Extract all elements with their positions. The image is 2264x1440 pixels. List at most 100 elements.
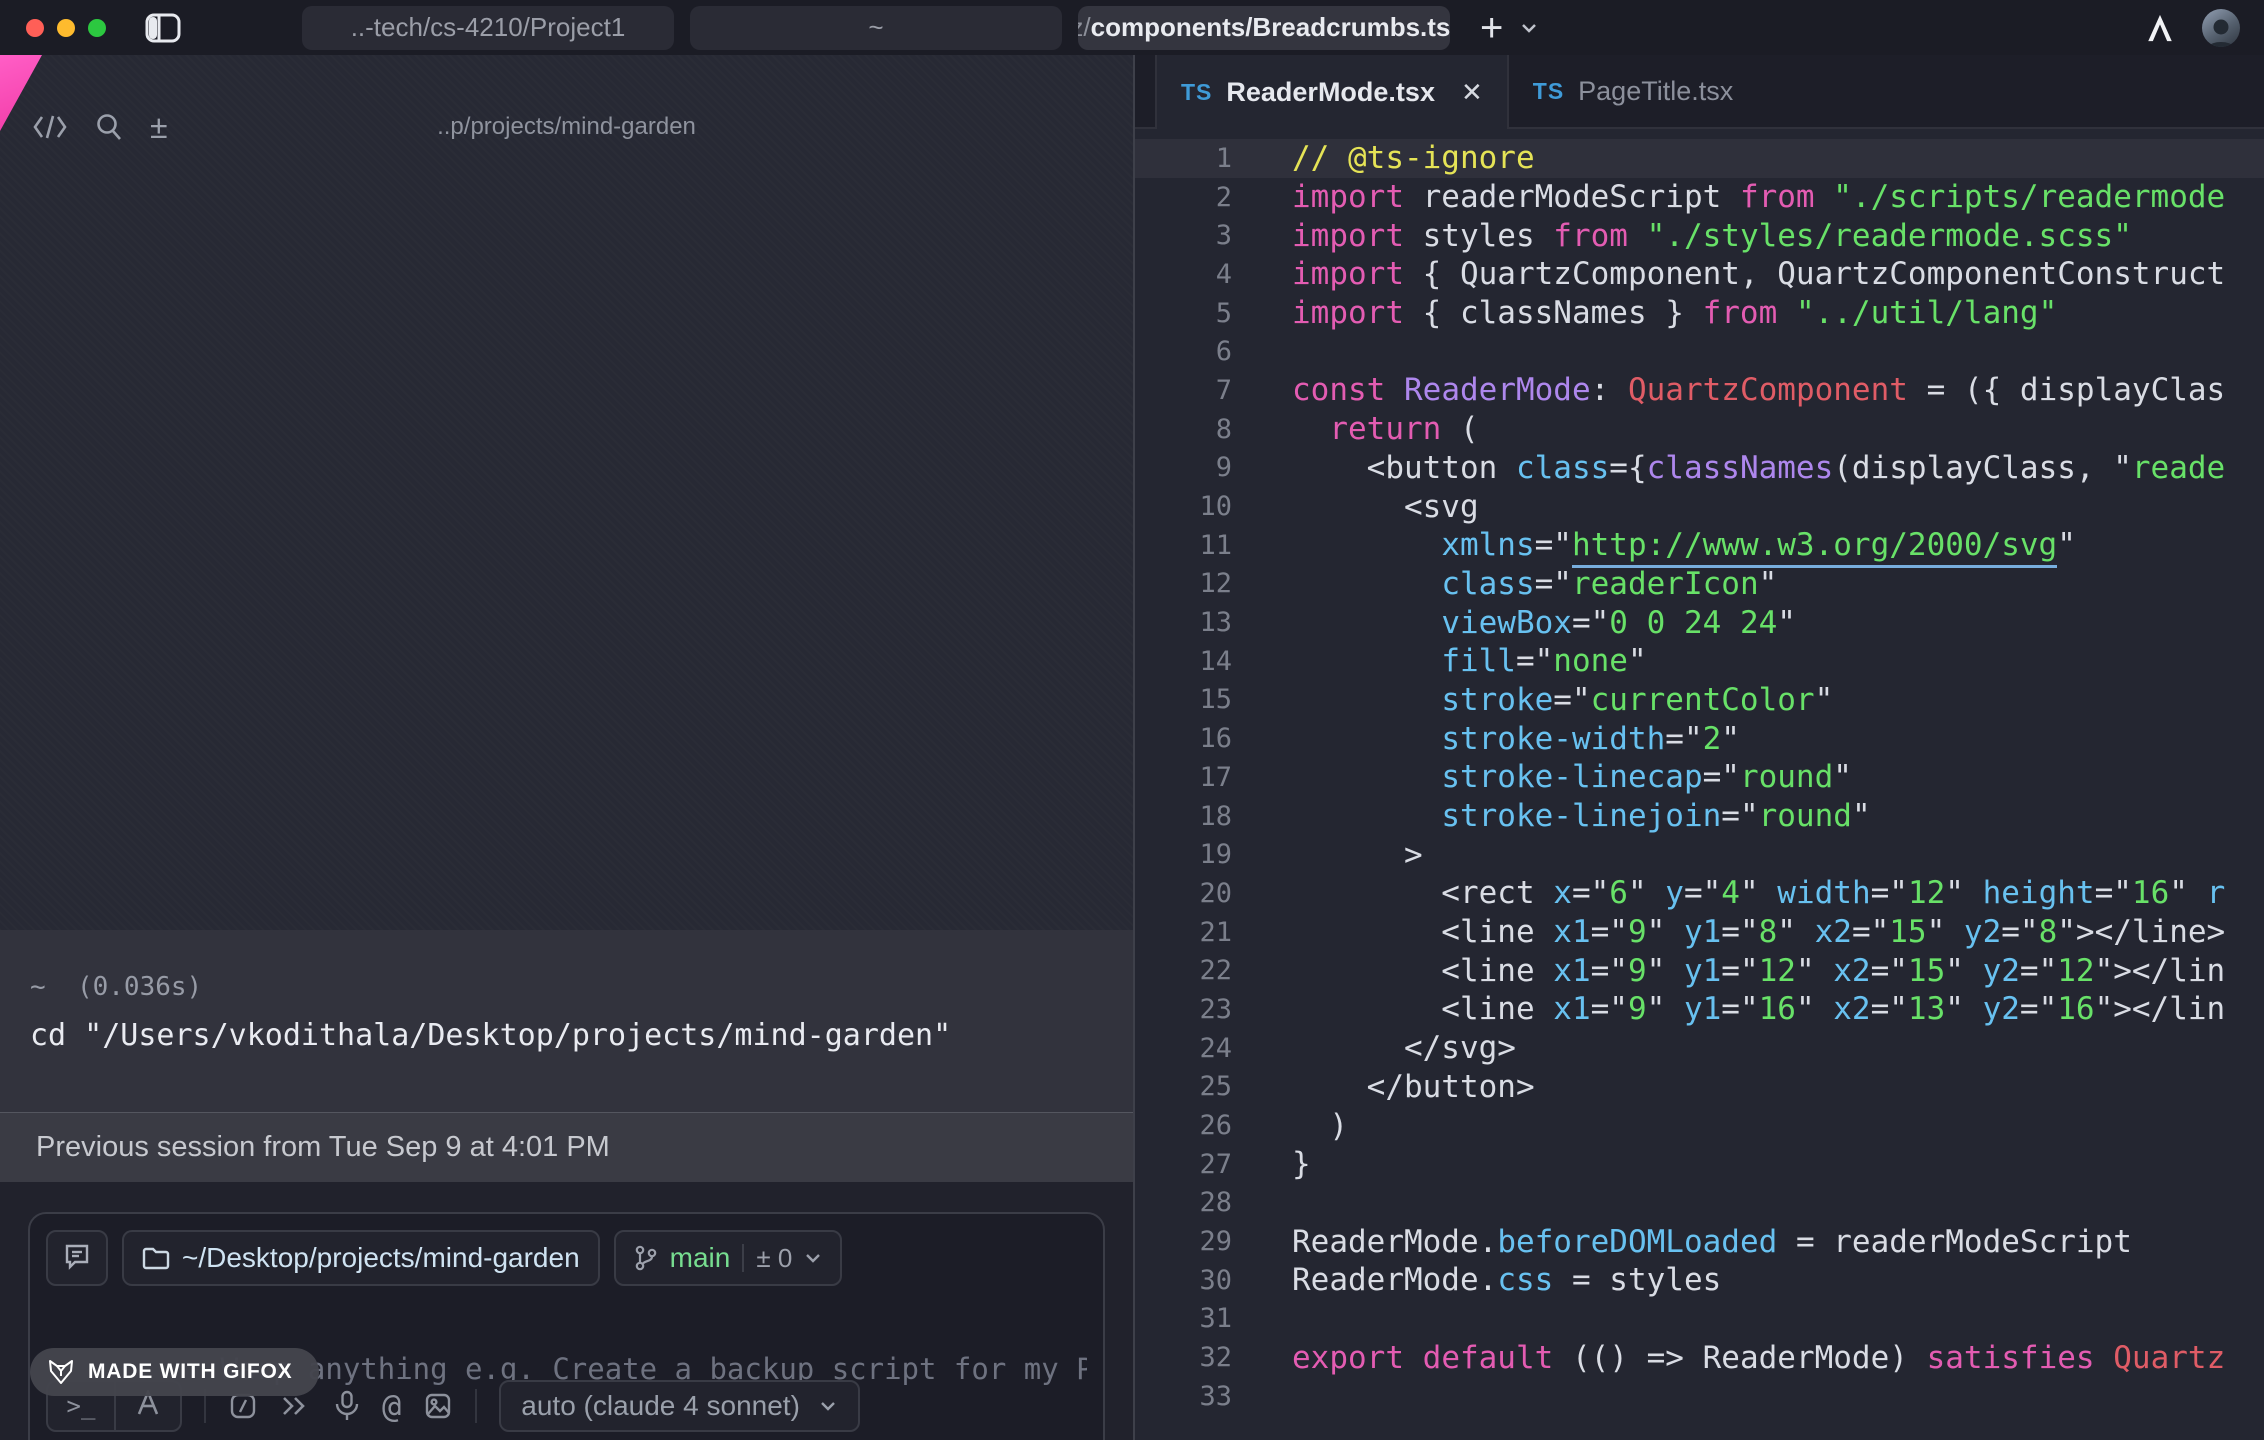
chevron-down-icon	[818, 1400, 838, 1413]
tab-list-chevron-icon[interactable]	[1519, 21, 1539, 35]
code-text: fill="none"	[1292, 643, 1647, 679]
line-number: 22	[1135, 955, 1232, 986]
code-text: </button>	[1292, 1069, 1535, 1105]
editor-tab-pagetitle[interactable]: TS PageTitle.tsx	[1509, 55, 1757, 127]
editor-tab-label: ReaderMode.tsx	[1226, 77, 1435, 108]
gifox-watermark-label: MADE WITH GIFOX	[88, 1360, 293, 1384]
line-number: 27	[1135, 1149, 1232, 1180]
line-number: 10	[1135, 491, 1232, 522]
window-tab-label: ~	[868, 12, 883, 43]
code-text: )	[1292, 1108, 1348, 1144]
terminal-input-area: ~/Desktop/projects/mind-garden main ± 0	[0, 1182, 1133, 1440]
code-line: 14 fill="none"	[1135, 642, 2264, 681]
window-tab-label: components/Breadcrumbs.tsx	[1091, 12, 1450, 43]
code-line: 7const ReaderMode: QuartzComponent = ({ …	[1135, 371, 2264, 410]
line-number: 14	[1135, 646, 1232, 677]
code-text: const ReaderMode: QuartzComponent = ({ d…	[1292, 372, 2225, 408]
directory-chip[interactable]: ~/Desktop/projects/mind-garden	[122, 1230, 600, 1286]
line-number: 20	[1135, 878, 1232, 909]
code-editor[interactable]: 1// @ts-ignore2import readerModeScript f…	[1135, 129, 2264, 1416]
warp-input-card[interactable]: ~/Desktop/projects/mind-garden main ± 0	[28, 1212, 1105, 1440]
toolbar-divider	[475, 1389, 477, 1423]
line-number: 5	[1135, 298, 1232, 329]
code-text: export default (() => ReaderMode) satisf…	[1292, 1340, 2225, 1376]
git-branch-icon	[634, 1244, 658, 1272]
diff-icon[interactable]: ±	[150, 113, 168, 141]
window-tab-breadcrumbs[interactable]: tz/components/Breadcrumbs.tsx	[1078, 6, 1450, 50]
code-line: 16 stroke-width="2"	[1135, 719, 2264, 758]
app-logo-icon[interactable]	[2144, 12, 2176, 44]
code-text: import readerModeScript from "./scripts/…	[1292, 179, 2225, 215]
code-line: 3 import styles from "./styles/readermode…	[1135, 216, 2264, 255]
code-line: 21 <line x1="9" y1="8" x2="15" y2="8"></…	[1135, 913, 2264, 952]
window-tab-home[interactable]: ~	[690, 6, 1062, 50]
code-line: 12 class="readerIcon"	[1135, 565, 2264, 604]
search-icon[interactable]	[94, 112, 124, 142]
code-line: 30ReaderMode.css = styles	[1135, 1261, 2264, 1300]
code-text: <svg	[1292, 489, 1479, 525]
close-window-button[interactable]	[26, 19, 44, 37]
code-text: <button class={classNames(displayClass, …	[1292, 450, 2225, 486]
code-text: class="readerIcon"	[1292, 566, 1777, 602]
line-number: 31	[1135, 1303, 1232, 1334]
close-tab-icon[interactable]: ✕	[1461, 77, 1483, 108]
maximize-window-button[interactable]	[88, 19, 106, 37]
microphone-icon[interactable]	[334, 1390, 360, 1422]
line-number: 12	[1135, 568, 1232, 599]
gifox-watermark: MADE WITH GIFOX	[30, 1348, 319, 1396]
code-line: 23 <line x1="9" y1="16" x2="13" y2="16">…	[1135, 990, 2264, 1029]
code-text: stroke-linecap="round"	[1292, 759, 1852, 795]
line-number: 25	[1135, 1071, 1232, 1102]
code-text: </svg>	[1292, 1030, 1516, 1066]
line-number: 28	[1135, 1187, 1232, 1218]
code-line: 1// @ts-ignore	[1135, 139, 2264, 178]
image-attach-icon[interactable]	[423, 1391, 453, 1421]
window-tabs: ..-tech/cs-4210/Project1 ~ tz/components…	[302, 6, 1450, 50]
chat-button[interactable]	[46, 1230, 108, 1286]
line-number: 17	[1135, 762, 1232, 793]
line-number: 8	[1135, 414, 1232, 445]
model-selector[interactable]: auto (claude 4 sonnet)	[499, 1380, 860, 1432]
code-line: 26 )	[1135, 1106, 2264, 1145]
window-tab-project1[interactable]: ..-tech/cs-4210/Project1	[302, 6, 674, 50]
code-line: 22 <line x1="9" y1="12" x2="15" y2="12">…	[1135, 951, 2264, 990]
editor-tab-label: PageTitle.tsx	[1578, 76, 1733, 107]
command-block[interactable]: ~ (0.036s) cd "/Users/vkodithala/Desktop…	[0, 930, 1133, 1112]
code-text: <line x1="9" y1="8" x2="15" y2="8"></lin…	[1292, 914, 2225, 950]
code-line: 15 stroke="currentColor"	[1135, 681, 2264, 720]
line-number: 33	[1135, 1381, 1232, 1412]
fast-forward-icon[interactable]	[280, 1393, 312, 1419]
line-number: 3	[1135, 220, 1232, 251]
code-text: stroke-linejoin="round"	[1292, 798, 1871, 834]
code-line: 13 viewBox="0 0 24 24"	[1135, 603, 2264, 642]
editor-tab-readermode[interactable]: TS ReaderMode.tsx ✕	[1155, 55, 1509, 129]
line-number: 13	[1135, 607, 1232, 638]
typescript-icon: TS	[1181, 79, 1212, 106]
minimize-window-button[interactable]	[57, 19, 75, 37]
line-number: 24	[1135, 1033, 1232, 1064]
sidebar-toggle-icon[interactable]	[144, 12, 182, 44]
code-line: 33	[1135, 1377, 2264, 1416]
code-line: 24 </svg>	[1135, 1029, 2264, 1068]
editor-tabbar: TS ReaderMode.tsx ✕ TS PageTitle.tsx	[1135, 55, 2264, 129]
line-number: 30	[1135, 1265, 1232, 1296]
code-text: <line x1="9" y1="16" x2="13" y2="16"></l…	[1292, 991, 2225, 1027]
code-text: import { classNames } from "../util/lang…	[1292, 295, 2057, 331]
typescript-icon: TS	[1533, 78, 1564, 105]
user-avatar[interactable]	[2202, 9, 2240, 47]
code-text: import styles from "./styles/readermode.…	[1292, 218, 2132, 254]
mention-icon[interactable]: @	[382, 1387, 401, 1425]
code-text: return (	[1292, 411, 1479, 447]
code-text: stroke="currentColor"	[1292, 682, 1833, 718]
code-line: 11 xmlns="http://www.w3.org/2000/svg"	[1135, 526, 2264, 565]
git-chip[interactable]: main ± 0	[614, 1230, 843, 1286]
command-meta: ~ (0.036s)	[30, 972, 1133, 1002]
line-number: 4	[1135, 259, 1232, 290]
code-lines: 1// @ts-ignore2import readerModeScript f…	[1135, 139, 2264, 1416]
code-mode-icon[interactable]	[32, 113, 68, 141]
new-tab-button[interactable]: +	[1480, 6, 1503, 50]
code-text: stroke-width="2"	[1292, 721, 1740, 757]
line-number: 16	[1135, 723, 1232, 754]
code-line: 5 import { classNames } from "../util/lan…	[1135, 294, 2264, 333]
git-branch-label: main	[670, 1242, 731, 1274]
